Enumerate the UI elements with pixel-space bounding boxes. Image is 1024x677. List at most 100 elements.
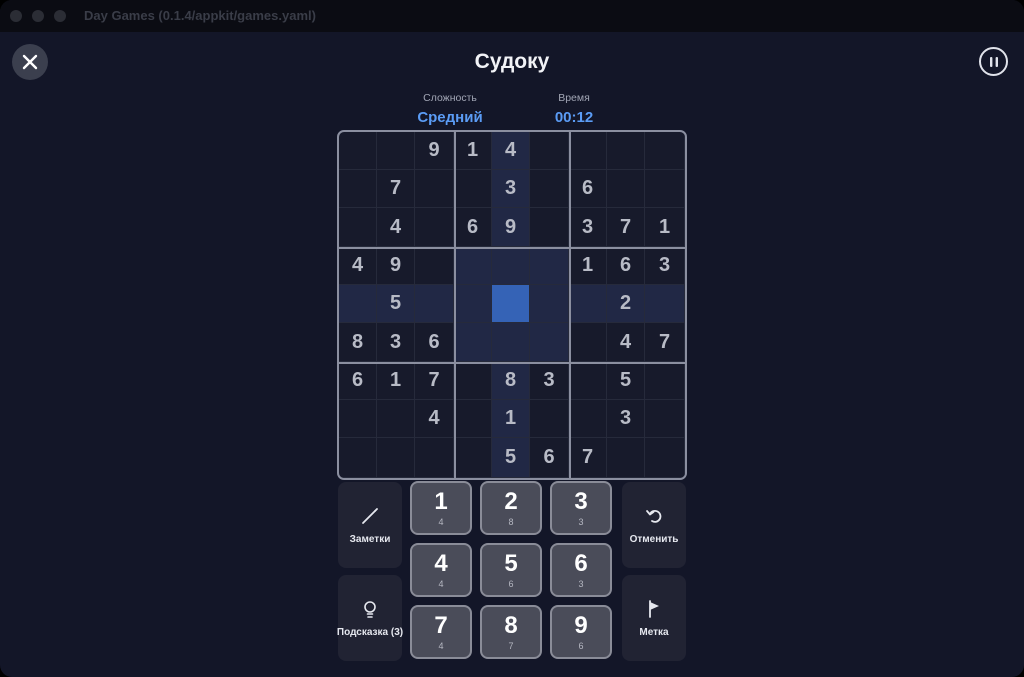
sudoku-cell[interactable] [454, 247, 492, 285]
sudoku-cell[interactable]: 9 [415, 132, 454, 170]
sudoku-cell[interactable]: 8 [492, 362, 530, 400]
sudoku-cell[interactable] [339, 132, 377, 170]
sudoku-cell[interactable]: 2 [607, 285, 645, 323]
sudoku-cell[interactable]: 8 [339, 323, 377, 362]
sudoku-cell[interactable] [645, 285, 685, 323]
sudoku-cell[interactable] [607, 170, 645, 208]
sudoku-cell[interactable] [569, 285, 607, 323]
sudoku-cell[interactable]: 4 [492, 132, 530, 170]
sudoku-cell[interactable] [645, 132, 685, 170]
sudoku-cell[interactable] [569, 132, 607, 170]
sudoku-cell[interactable] [530, 323, 569, 362]
sudoku-cell[interactable] [492, 323, 530, 362]
sudoku-cell[interactable] [339, 438, 377, 478]
sudoku-cell[interactable] [377, 132, 415, 170]
sudoku-cell[interactable]: 9 [377, 247, 415, 285]
numpad-key-4[interactable]: 4 4 [410, 543, 472, 597]
sudoku-cell[interactable]: 1 [569, 247, 607, 285]
sudoku-cell[interactable] [339, 208, 377, 247]
sudoku-cell[interactable]: 3 [569, 208, 607, 247]
notes-button[interactable]: Заметки [338, 482, 402, 568]
sudoku-cell[interactable]: 1 [492, 400, 530, 438]
pause-button[interactable] [979, 47, 1008, 76]
sudoku-cell[interactable] [454, 170, 492, 208]
sudoku-cell[interactable]: 9 [492, 208, 530, 247]
window-zoom-control[interactable] [54, 10, 66, 22]
sudoku-cell[interactable]: 3 [492, 170, 530, 208]
sudoku-cell[interactable] [530, 132, 569, 170]
window-minimize-control[interactable] [32, 10, 44, 22]
sudoku-cell[interactable] [645, 400, 685, 438]
sudoku-cell[interactable]: 1 [377, 362, 415, 400]
sudoku-cell[interactable]: 3 [530, 362, 569, 400]
numpad-key-5[interactable]: 5 6 [480, 543, 542, 597]
numpad-key-6[interactable]: 6 3 [550, 543, 612, 597]
numpad-key-3[interactable]: 3 3 [550, 481, 612, 535]
sudoku-cell[interactable] [569, 400, 607, 438]
sudoku-cell[interactable] [492, 247, 530, 285]
sudoku-cell[interactable]: 3 [645, 247, 685, 285]
numpad-key-7[interactable]: 7 4 [410, 605, 472, 659]
numpad-key-1[interactable]: 1 4 [410, 481, 472, 535]
sudoku-cell[interactable]: 6 [454, 208, 492, 247]
sudoku-cell[interactable] [607, 132, 645, 170]
sudoku-cell[interactable]: 1 [645, 208, 685, 247]
sudoku-cell[interactable]: 6 [415, 323, 454, 362]
mark-label: Метка [639, 626, 669, 638]
sudoku-cell[interactable] [530, 285, 569, 323]
sudoku-cell[interactable] [415, 170, 454, 208]
hint-button[interactable]: Подсказка (3) [337, 575, 403, 661]
sudoku-cell[interactable]: 7 [645, 323, 685, 362]
sudoku-cell[interactable] [415, 285, 454, 323]
sudoku-cell[interactable] [415, 208, 454, 247]
sudoku-cell[interactable]: 6 [569, 170, 607, 208]
sudoku-cell[interactable]: 7 [377, 170, 415, 208]
sudoku-cell[interactable]: 4 [339, 247, 377, 285]
numpad-key-8[interactable]: 8 7 [480, 605, 542, 659]
sudoku-cell[interactable] [569, 362, 607, 400]
sudoku-cell[interactable] [415, 438, 454, 478]
sudoku-cell[interactable] [645, 362, 685, 400]
sudoku-cell[interactable]: 7 [607, 208, 645, 247]
sudoku-cell[interactable]: 1 [454, 132, 492, 170]
sudoku-cell[interactable] [454, 285, 492, 323]
undo-button[interactable]: Отменить [622, 482, 686, 568]
numpad-key-2[interactable]: 2 8 [480, 481, 542, 535]
sudoku-cell[interactable] [454, 438, 492, 478]
sudoku-cell[interactable] [454, 323, 492, 362]
sudoku-cell[interactable] [530, 400, 569, 438]
numpad-count: 4 [438, 579, 444, 589]
sudoku-cell[interactable]: 6 [530, 438, 569, 478]
sudoku-cell[interactable]: 3 [607, 400, 645, 438]
sudoku-cell[interactable]: 7 [415, 362, 454, 400]
sudoku-cell[interactable] [569, 323, 607, 362]
sudoku-cell[interactable] [454, 400, 492, 438]
sudoku-cell[interactable] [454, 362, 492, 400]
sudoku-cell[interactable] [339, 170, 377, 208]
sudoku-cell[interactable] [607, 438, 645, 478]
sudoku-cell[interactable] [339, 285, 377, 323]
sudoku-cell[interactable] [415, 247, 454, 285]
sudoku-cell[interactable] [645, 438, 685, 478]
sudoku-cell[interactable]: 6 [607, 247, 645, 285]
sudoku-cell[interactable]: 4 [607, 323, 645, 362]
sudoku-cell[interactable] [492, 285, 530, 323]
mark-button[interactable]: Метка [622, 575, 686, 661]
sudoku-cell[interactable] [530, 170, 569, 208]
sudoku-cell[interactable] [530, 247, 569, 285]
sudoku-cell[interactable] [530, 208, 569, 247]
sudoku-cell[interactable] [339, 400, 377, 438]
sudoku-cell[interactable]: 4 [415, 400, 454, 438]
sudoku-cell[interactable]: 7 [569, 438, 607, 478]
sudoku-cell[interactable]: 3 [377, 323, 415, 362]
window-close-control[interactable] [10, 10, 22, 22]
sudoku-cell[interactable] [377, 438, 415, 478]
sudoku-cell[interactable] [645, 170, 685, 208]
sudoku-cell[interactable]: 5 [607, 362, 645, 400]
numpad-key-9[interactable]: 9 6 [550, 605, 612, 659]
sudoku-cell[interactable]: 5 [492, 438, 530, 478]
sudoku-cell[interactable]: 4 [377, 208, 415, 247]
sudoku-cell[interactable]: 6 [339, 362, 377, 400]
sudoku-cell[interactable]: 5 [377, 285, 415, 323]
sudoku-cell[interactable] [377, 400, 415, 438]
